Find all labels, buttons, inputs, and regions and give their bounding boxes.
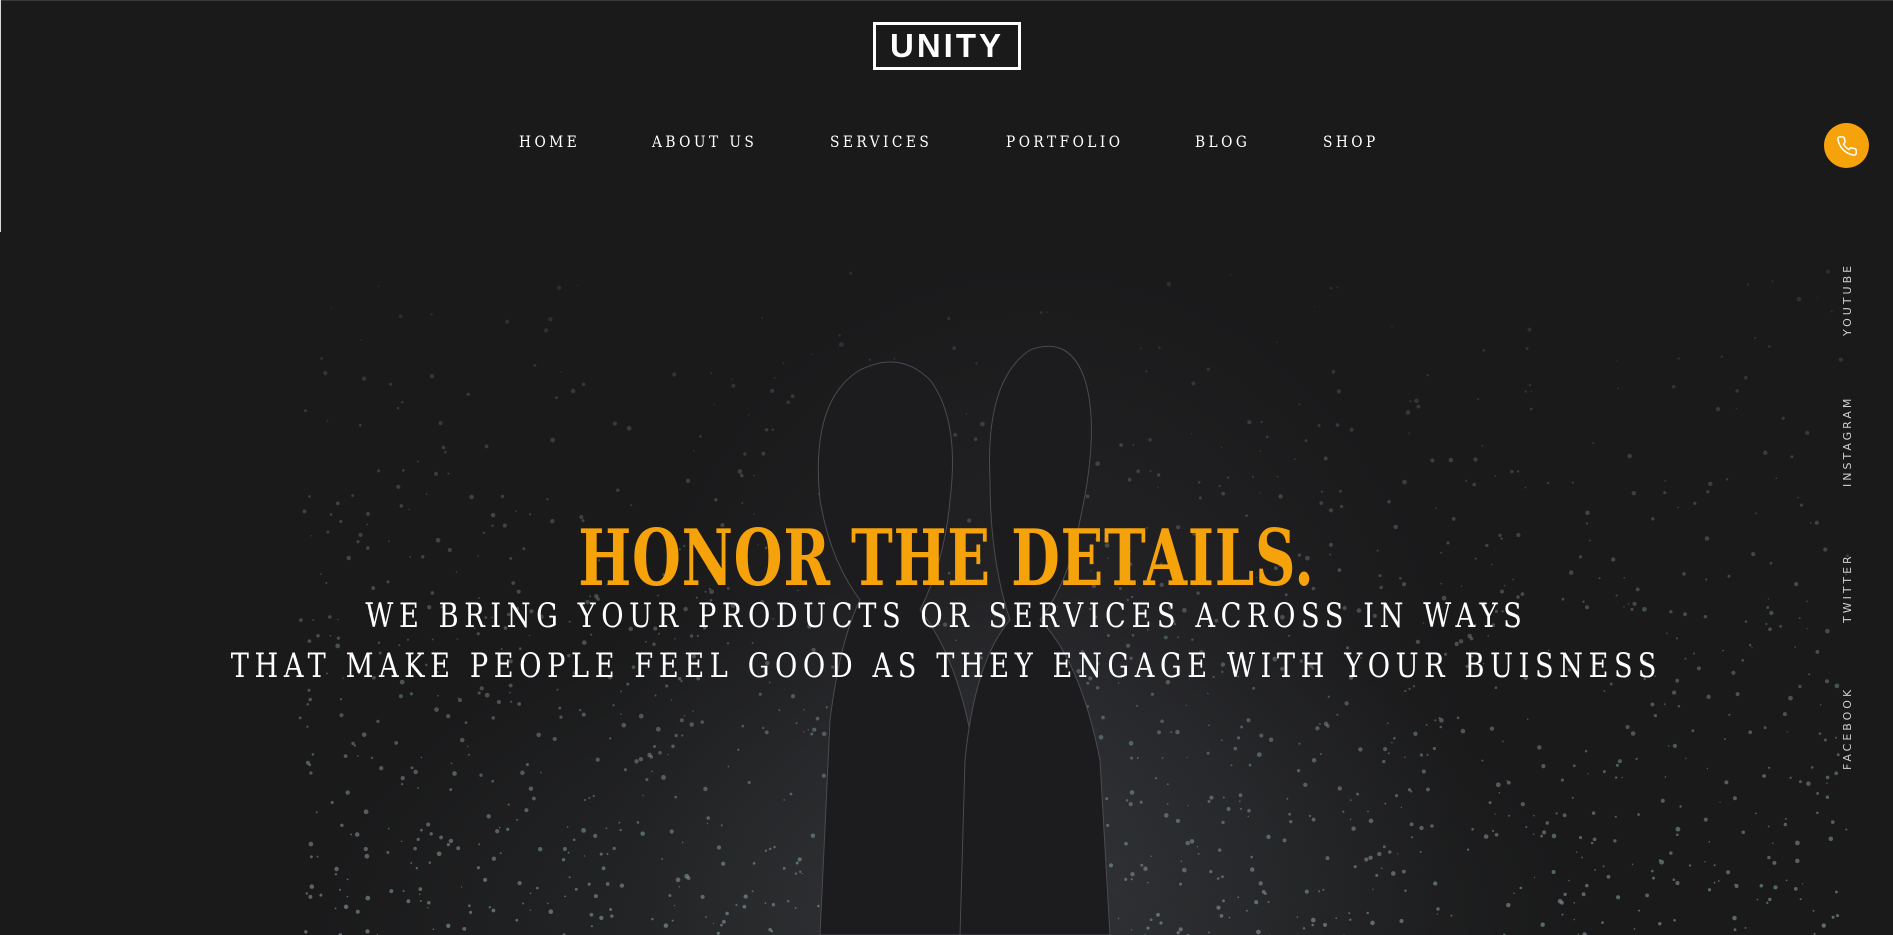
- silhouette-couple: [817, 345, 1111, 935]
- social-label-instagram: INSTAGRAM: [1841, 395, 1854, 487]
- nav-item-portfolio[interactable]: PORTFOLIO: [1006, 132, 1123, 151]
- hero-headline: HONOR THE DETAILS.: [578, 513, 1315, 605]
- social-label-twitter: TWITTER: [1841, 553, 1854, 623]
- social-label-facebook: FACEBOOK: [1841, 686, 1854, 770]
- social-label-youtube: YOUTUBE: [1841, 262, 1854, 336]
- main-navigation: HOME ABOUT US SERVICES PORTFOLIO BLOG SH…: [0, 132, 1893, 156]
- site-logo[interactable]: UNITY: [873, 22, 1021, 70]
- frame-left-border: [0, 0, 1, 232]
- nav-item-home[interactable]: HOME: [519, 132, 580, 151]
- hero-subline-2: THAT MAKE PEOPLE FEEL GOOD AS THEY ENGAG…: [230, 646, 1663, 686]
- nav-item-shop[interactable]: SHOP: [1323, 132, 1379, 151]
- frame-top-border: [0, 0, 1893, 1]
- phone-icon: [1836, 135, 1857, 156]
- nav-item-blog[interactable]: BLOG: [1195, 132, 1250, 151]
- nav-item-about-us[interactable]: ABOUT US: [652, 132, 757, 151]
- phone-button[interactable]: [1824, 123, 1869, 168]
- nav-item-services[interactable]: SERVICES: [830, 132, 932, 151]
- hero-subline-1: WE BRING YOUR PRODUCTS OR SERVICES ACROS…: [365, 596, 1528, 636]
